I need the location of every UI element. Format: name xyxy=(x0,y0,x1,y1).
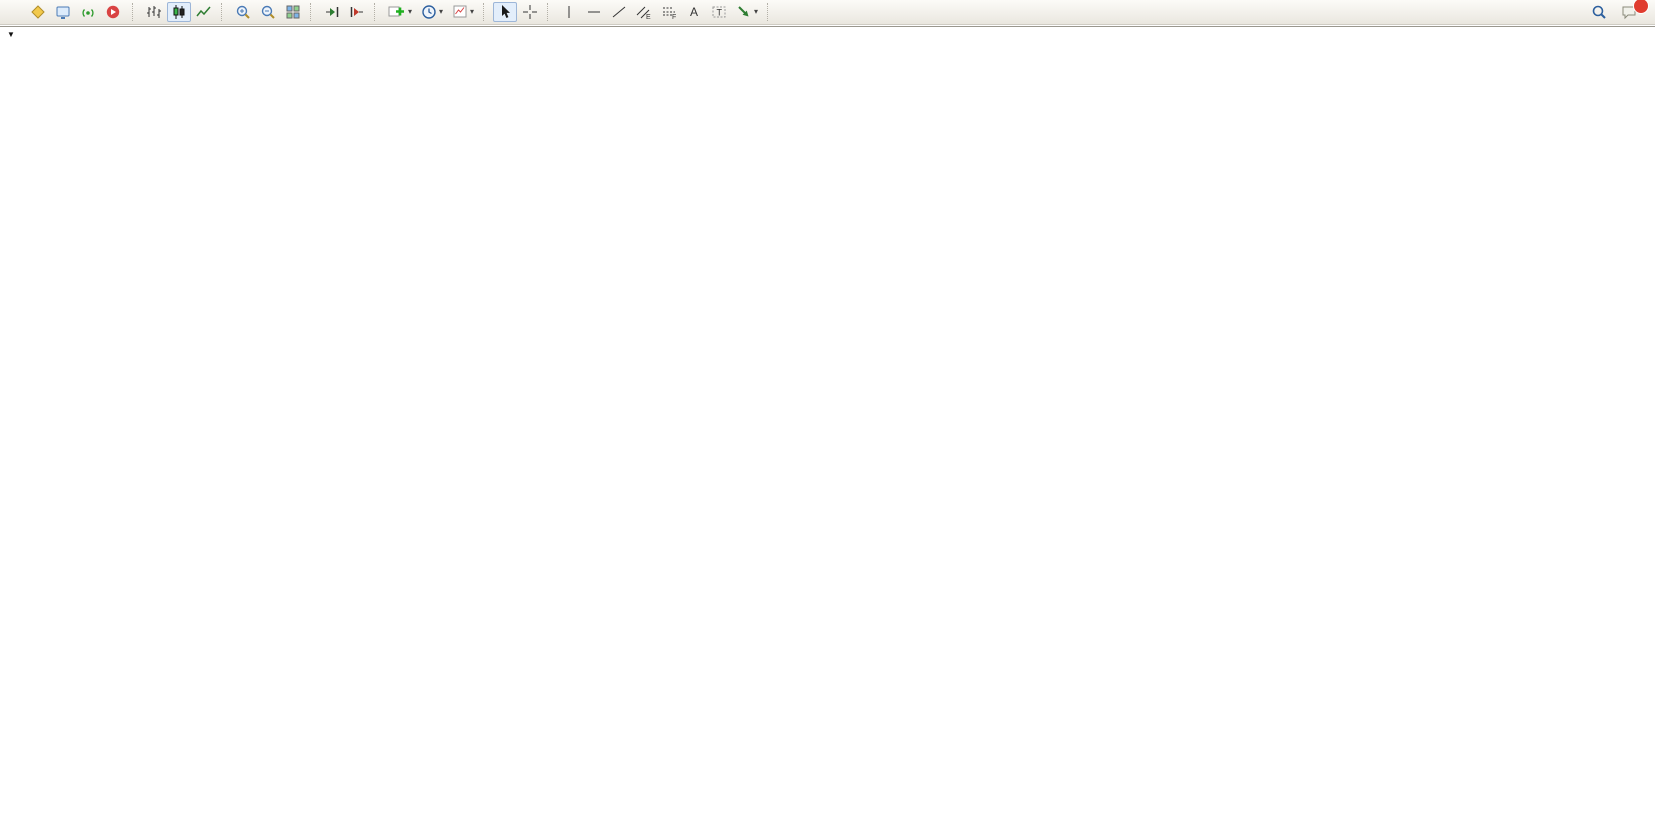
crosshair-button[interactable] xyxy=(518,2,542,22)
zoom-in-icon xyxy=(235,4,251,20)
arrows-button[interactable]: ▾ xyxy=(732,2,762,22)
new-order-button[interactable] xyxy=(3,2,25,22)
tile-windows-button[interactable] xyxy=(281,2,305,22)
cursor-icon xyxy=(497,4,513,20)
search-icon xyxy=(1591,4,1607,20)
toolbar-separator xyxy=(132,3,137,21)
periods-button[interactable]: ▾ xyxy=(417,2,447,22)
candlestick-chart-button[interactable] xyxy=(167,2,191,22)
svg-text:A: A xyxy=(690,5,698,19)
vertical-line-button[interactable] xyxy=(557,2,581,22)
svg-text:T: T xyxy=(717,8,723,18)
toolbar-separator xyxy=(374,3,379,21)
chart-shift-button[interactable] xyxy=(345,2,369,22)
auto-scroll-icon xyxy=(324,4,340,20)
auto-trading-icon xyxy=(105,4,121,20)
toolbar-separator xyxy=(310,3,315,21)
trendline-button[interactable] xyxy=(607,2,631,22)
terminal-button[interactable] xyxy=(51,2,75,22)
vertical-line-icon xyxy=(561,4,577,20)
line-chart-button[interactable] xyxy=(192,2,216,22)
clock-icon xyxy=(421,4,437,20)
signal-button[interactable] xyxy=(76,2,100,22)
horizontal-line-button[interactable] xyxy=(582,2,606,22)
chart-shift-icon xyxy=(349,4,365,20)
bar-chart-button[interactable] xyxy=(142,2,166,22)
comments-button[interactable] xyxy=(1617,2,1642,22)
template-button[interactable]: ▾ xyxy=(448,2,478,22)
symbol-dropdown-icon: ▼ xyxy=(7,30,15,39)
equidistant-channel-button[interactable]: E xyxy=(632,2,656,22)
text-label-button[interactable]: T xyxy=(707,2,731,22)
toolbar-separator xyxy=(547,3,552,21)
toolbar-separator xyxy=(483,3,488,21)
cursor-button[interactable] xyxy=(493,2,517,22)
notification-badge xyxy=(1633,0,1649,14)
order-tag-icon xyxy=(30,4,46,20)
text-button[interactable]: A xyxy=(682,2,706,22)
toolbar-separator xyxy=(221,3,226,21)
text-label-icon: T xyxy=(711,4,727,20)
arrows-icon xyxy=(736,4,752,20)
toolbar-separator xyxy=(767,3,772,21)
svg-text:E: E xyxy=(646,14,651,20)
dropdown-caret-icon: ▾ xyxy=(439,8,443,16)
dropdown-caret-icon: ▾ xyxy=(754,8,758,16)
zoom-in-button[interactable] xyxy=(231,2,255,22)
zoom-out-button[interactable] xyxy=(256,2,280,22)
fibonacci-button[interactable]: F xyxy=(657,2,681,22)
dropdown-caret-icon: ▾ xyxy=(470,8,474,16)
svg-text:F: F xyxy=(672,14,676,20)
tile-windows-icon xyxy=(285,4,301,20)
equidistant-channel-icon: E xyxy=(636,4,652,20)
chart-canvas[interactable] xyxy=(0,41,1655,826)
horizontal-line-icon xyxy=(586,4,602,20)
text-icon: A xyxy=(686,4,702,20)
chart-window-titlebar[interactable]: ▼ xyxy=(0,26,1655,41)
crosshair-icon xyxy=(522,4,538,20)
bar-chart-icon xyxy=(146,4,162,20)
toolbar-right-group xyxy=(1587,2,1652,22)
terminal-icon xyxy=(55,4,71,20)
add-indicator-icon xyxy=(388,4,406,20)
fibonacci-icon: F xyxy=(661,4,677,20)
auto-scroll-button[interactable] xyxy=(320,2,344,22)
search-button[interactable] xyxy=(1587,2,1611,22)
main-toolbar: ▾ ▾ ▾ E F A T ▾ xyxy=(0,0,1655,25)
add-indicator-button[interactable]: ▾ xyxy=(384,2,416,22)
template-icon xyxy=(452,4,468,20)
dropdown-caret-icon: ▾ xyxy=(408,8,412,16)
auto-trading-button[interactable] xyxy=(101,2,127,22)
order-tag-button[interactable] xyxy=(26,2,50,22)
zoom-out-icon xyxy=(260,4,276,20)
trendline-icon xyxy=(611,4,627,20)
candlestick-chart-icon xyxy=(171,4,187,20)
line-chart-icon xyxy=(196,4,212,20)
signal-icon xyxy=(80,4,96,20)
